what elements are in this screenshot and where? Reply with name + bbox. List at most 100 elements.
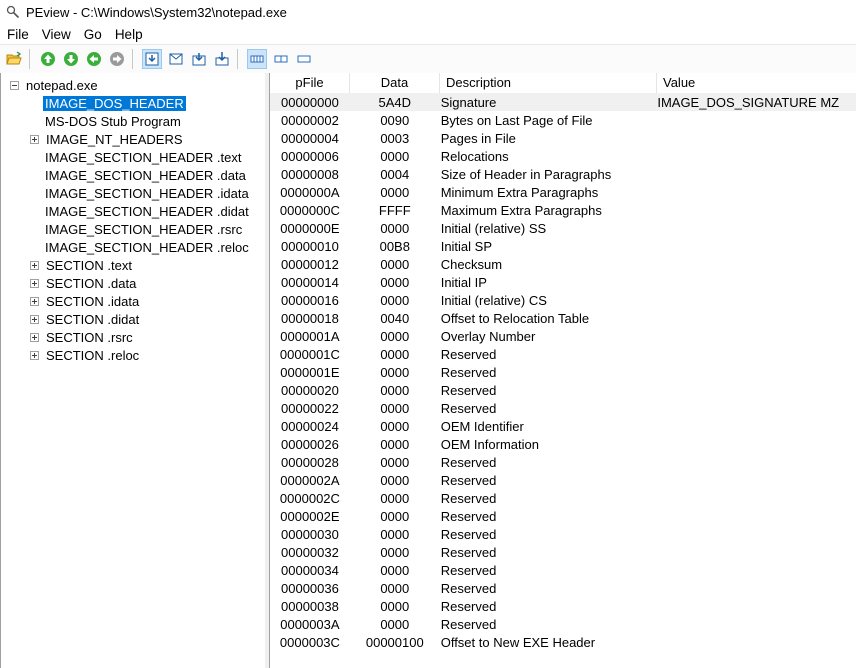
tree-item[interactable]: SECTION .idata [30, 292, 141, 310]
menu-view[interactable]: View [35, 27, 77, 42]
table-row[interactable]: 0000002E 0000 Reserved [270, 507, 856, 525]
cell-pfile: 0000003C [279, 634, 340, 650]
table-row[interactable]: 0000000A 0000 Minimum Extra Paragraphs [270, 183, 856, 201]
expand-icon[interactable] [30, 260, 39, 270]
column-header-value[interactable]: Value [657, 73, 856, 93]
table-row[interactable]: 00000038 0000 Reserved [270, 597, 856, 615]
tree-item[interactable]: IMAGE_SECTION_HEADER .text [43, 148, 244, 166]
tree-item[interactable]: IMAGE_DOS_HEADER [42, 94, 187, 112]
table-row[interactable]: 00000018 0040 Offset to Relocation Table [270, 309, 856, 327]
table-row[interactable]: 00000010 00B8 Initial SP [270, 237, 856, 255]
expand-icon[interactable] [30, 350, 39, 360]
view-dword-icon[interactable] [295, 50, 313, 68]
table-row[interactable]: 00000008 0004 Size of Header in Paragraphs [270, 165, 856, 183]
tree-item-label: IMAGE_SECTION_HEADER .rsrc [45, 221, 243, 237]
arrow-up-icon[interactable] [39, 50, 57, 68]
menu-file[interactable]: File [0, 27, 35, 42]
tree-item[interactable]: IMAGE_NT_HEADERS [30, 130, 185, 148]
cell-description: Maximum Extra Paragraphs [440, 202, 602, 218]
table-row[interactable]: 0000001A 0000 Overlay Number [270, 327, 856, 345]
table-row[interactable]: 0000001E 0000 Reserved [270, 363, 856, 381]
tree-item[interactable]: SECTION .data [30, 274, 138, 292]
tree-pane[interactable]: notepad.exe IMAGE_DOS_HEADER MS-DOS Stub … [0, 73, 266, 668]
expand-icon[interactable] [30, 314, 39, 324]
table-row[interactable]: 00000026 0000 OEM Information [270, 435, 856, 453]
tree-item[interactable]: IMAGE_SECTION_HEADER .reloc [43, 238, 251, 256]
tree-item[interactable]: IMAGE_SECTION_HEADER .rsrc [43, 220, 244, 238]
cell-pfile: 00000030 [281, 526, 339, 542]
view-import-icon[interactable] [213, 50, 231, 68]
cell-data: 0000 [380, 220, 410, 236]
expand-icon[interactable] [30, 278, 39, 288]
arrow-back-icon[interactable] [85, 50, 103, 68]
table-row[interactable]: 0000003C 00000100 Offset to New EXE Header [270, 633, 856, 651]
table-row[interactable]: 0000002C 0000 Reserved [270, 489, 856, 507]
table-row[interactable]: 0000001C 0000 Reserved [270, 345, 856, 363]
table-row[interactable]: 00000022 0000 Reserved [270, 399, 856, 417]
tree-item[interactable]: SECTION .didat [30, 310, 141, 328]
table-row[interactable]: 00000002 0090 Bytes on Last Page of File [270, 111, 856, 129]
table-row[interactable]: 00000028 0000 Reserved [270, 453, 856, 471]
table-row[interactable]: 00000024 0000 OEM Identifier [270, 417, 856, 435]
view-mail-icon[interactable] [167, 50, 185, 68]
cell-data: 0090 [380, 112, 410, 128]
arrow-down-icon[interactable] [62, 50, 80, 68]
view-down-icon[interactable] [190, 50, 208, 68]
table-row[interactable]: 0000000C FFFF Maximum Extra Paragraphs [270, 201, 856, 219]
tree-item[interactable]: SECTION .rsrc [30, 328, 135, 346]
expand-icon[interactable] [30, 134, 39, 144]
menu-go[interactable]: Go [77, 27, 108, 42]
column-header-data[interactable]: Data [350, 73, 440, 93]
expand-icon[interactable] [30, 296, 39, 306]
table-row[interactable]: 00000014 0000 Initial IP [270, 273, 856, 291]
tree-item[interactable]: IMAGE_SECTION_HEADER .idata [43, 184, 251, 202]
tree-item[interactable]: MS-DOS Stub Program [43, 112, 183, 130]
cell-data: 0000 [380, 346, 410, 362]
table-row[interactable]: 00000030 0000 Reserved [270, 525, 856, 543]
tree-item[interactable]: SECTION .text [30, 256, 134, 274]
table-row[interactable]: 00000004 0003 Pages in File [270, 129, 856, 147]
cell-pfile: 00000026 [281, 436, 339, 452]
detail-list[interactable]: pFile Data Description Value 00000000 5A4… [270, 73, 856, 668]
cell-description: Reserved [440, 472, 497, 488]
table-row[interactable]: 00000012 0000 Checksum [270, 255, 856, 273]
table-row[interactable]: 00000006 0000 Relocations [270, 147, 856, 165]
table-row[interactable]: 00000020 0000 Reserved [270, 381, 856, 399]
table-row[interactable]: 0000003A 0000 Reserved [270, 615, 856, 633]
tree-item[interactable]: IMAGE_SECTION_HEADER .didat [43, 202, 251, 220]
table-row[interactable]: 00000032 0000 Reserved [270, 543, 856, 561]
table-row[interactable]: 00000036 0000 Reserved [270, 579, 856, 597]
table-row[interactable]: 0000002A 0000 Reserved [270, 471, 856, 489]
tree-item[interactable]: IMAGE_SECTION_HEADER .data [43, 166, 248, 184]
cell-description: Bytes on Last Page of File [440, 112, 593, 128]
cell-data: 00B8 [379, 238, 410, 254]
cell-description: Initial IP [440, 274, 487, 290]
view-save-icon[interactable] [142, 49, 162, 69]
menu-help[interactable]: Help [108, 27, 149, 42]
tree-item-label: IMAGE_DOS_HEADER [42, 94, 187, 112]
cell-pfile: 0000000A [280, 184, 340, 200]
table-row[interactable]: 0000000E 0000 Initial (relative) SS [270, 219, 856, 237]
cell-pfile: 00000024 [281, 418, 339, 434]
column-header-description[interactable]: Description [440, 73, 657, 93]
column-header-pfile[interactable]: pFile [270, 73, 350, 93]
cell-pfile: 00000038 [281, 598, 339, 614]
arrow-forward-icon[interactable] [108, 50, 126, 68]
open-folder-icon[interactable] [5, 50, 23, 68]
list-header: pFile Data Description Value [270, 73, 856, 94]
tree-item-label: SECTION .text [46, 257, 132, 273]
table-row[interactable]: 00000034 0000 Reserved [270, 561, 856, 579]
tree-item-label: SECTION .reloc [46, 347, 140, 363]
tree-root[interactable]: notepad.exe [10, 76, 100, 94]
tree-item[interactable]: SECTION .reloc [30, 346, 141, 364]
table-row[interactable]: 00000000 5A4D Signature IMAGE_DOS_SIGNATURE… [270, 93, 856, 111]
expand-icon[interactable] [30, 332, 39, 342]
cell-data: 0000 [380, 562, 410, 578]
cell-data: 0003 [380, 130, 410, 146]
collapse-icon[interactable] [10, 80, 19, 90]
cell-description: Reserved [440, 454, 497, 470]
view-word-icon[interactable] [272, 50, 290, 68]
view-byte-icon[interactable] [247, 49, 267, 69]
cell-pfile: 00000016 [281, 292, 339, 308]
table-row[interactable]: 00000016 0000 Initial (relative) CS [270, 291, 856, 309]
